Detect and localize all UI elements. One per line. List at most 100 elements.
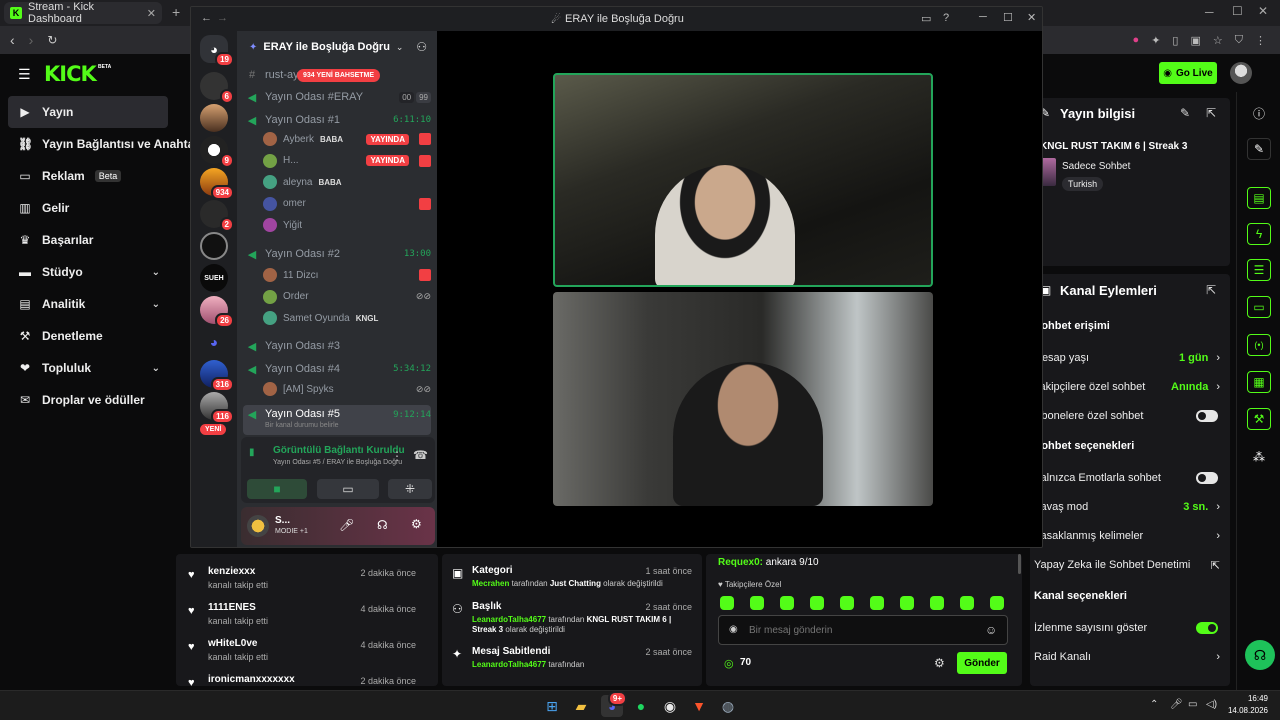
voice-user[interactable]: Order ⊘⊘ [263, 289, 431, 305]
setting-row[interactable]: Yalnızca Emotlarla sohbet [1030, 468, 1230, 488]
toggle-switch[interactable] [1196, 472, 1218, 484]
server-header[interactable]: ✦ ERAY ile Boşluğa Doğru ⌄ ⚇ [237, 31, 437, 63]
server-icon-7[interactable]: SUEH [200, 264, 228, 292]
follower-name[interactable]: ironicmanxxxxxxx [208, 674, 295, 685]
channel-5[interactable]: ◀ Yayın Odası #4 5:34:12 [243, 359, 431, 379]
channel-2[interactable]: ◀ Yayın Odası #1 6:11:10 [243, 110, 431, 130]
wallet-icon[interactable]: ▣ [1190, 34, 1200, 47]
setting-row[interactable]: Yapay Zeka ile Sohbet Denetimi ⇱ [1030, 555, 1230, 575]
help-icon[interactable]: ? [943, 12, 949, 24]
list-icon[interactable]: ☰ [1237, 255, 1280, 285]
volume-icon[interactable]: ◁) [1206, 699, 1217, 710]
sidebar-item-1[interactable]: ⛓ Yayın Bağlantısı ve Anahtarı [8, 128, 202, 160]
steam-icon[interactable]: ◍ [717, 695, 739, 717]
server-icon-8[interactable]: 26 [200, 296, 234, 328]
activities-button[interactable]: ⁜ [388, 479, 432, 499]
video-tile-1[interactable] [553, 73, 933, 287]
server-icon-5[interactable]: 2 [200, 200, 234, 232]
signal-icon[interactable]: ▮ [249, 447, 255, 458]
shield-icon[interactable]: ⛉ [1235, 34, 1243, 47]
server-icon-6[interactable] [200, 232, 228, 260]
popout-icon[interactable]: ⇱ [1206, 106, 1216, 120]
server-icon-1[interactable]: 6 [200, 72, 234, 104]
discord-back-icon[interactable]: ← [201, 12, 212, 24]
profile-avatar[interactable] [1230, 62, 1252, 84]
follower-name[interactable]: kenziexxx [208, 566, 255, 577]
chat-input-box[interactable]: ◉ ☺ [718, 615, 1008, 645]
chat-scrollbar[interactable] [1018, 554, 1021, 574]
emote-icon[interactable] [870, 596, 884, 610]
setting-row[interactable]: Yasaklanmış kelimeler › [1030, 526, 1230, 546]
voice-user[interactable]: [AM] Spyks ⊘⊘ [263, 381, 431, 397]
follower-name[interactable]: wHiteL0ve [208, 638, 257, 649]
disconnect-icon[interactable]: ☎ [413, 448, 428, 462]
bookmark-icon[interactable]: ☆ [1213, 34, 1223, 47]
toggle-switch[interactable] [1196, 410, 1218, 422]
add-member-icon[interactable]: ⚇ [416, 40, 427, 54]
chrome-icon[interactable]: ◉ [659, 695, 681, 717]
setting-row[interactable]: Takipçilere özel sohbet Anında › [1030, 377, 1230, 397]
camera-button[interactable]: ■ [247, 479, 307, 499]
edit-stream-info-icon[interactable]: ✎ [1180, 106, 1190, 120]
activity-user[interactable]: LeanardoTalha4677 [472, 615, 546, 624]
discord-home-icon[interactable]: ◕ 19 [200, 35, 234, 67]
kick-logo[interactable]: KICK [44, 62, 97, 86]
voice-user[interactable]: 11 Dizcı [263, 267, 431, 283]
channel-3[interactable]: ◀ Yayın Odası #2 13:00 [243, 244, 431, 264]
follower-row[interactable]: ♥ kenziexxx kanalı takip etti 2 dakika önce [186, 566, 426, 596]
emote-icon[interactable] [750, 596, 764, 610]
channel-6[interactable]: ◀ Yayın Odası #5 9:12:14 Bir kanal durumu b… [243, 405, 431, 435]
server-icon-2[interactable] [200, 104, 228, 132]
follower-row[interactable]: ♥ ironicmanxxxxxxx 2 dakika önce [186, 674, 426, 686]
chat-settings-icon[interactable]: ⚙ [934, 656, 945, 670]
clock-date[interactable]: 14.08.2026 [1226, 706, 1268, 715]
sidebar-item-9[interactable]: ✉ Droplar ve ödüller [8, 384, 168, 416]
layout-icon[interactable]: ▤ [1237, 183, 1280, 213]
discord-minimize-icon[interactable]: ─ [979, 11, 987, 23]
window-minimize-icon[interactable]: ─ [1205, 5, 1214, 19]
sidebar-item-3[interactable]: ▥ Gelir [8, 192, 168, 224]
emote-icon[interactable] [960, 596, 974, 610]
go-live-button[interactable]: ◉ Go Live [1159, 62, 1217, 84]
start-icon[interactable]: ⊞ [541, 695, 563, 717]
emote-icon[interactable] [930, 596, 944, 610]
network-icon[interactable]: ▭ [1188, 699, 1197, 710]
clock-time[interactable]: 16:49 [1238, 694, 1268, 703]
activity-item[interactable]: ⚇ Başlık 2 saat önce LeanardoTalha4677 tara… [450, 601, 694, 641]
sidebar-toggle-icon[interactable]: ▯ [1172, 34, 1178, 47]
chat-icon[interactable]: ▭ [1237, 292, 1280, 322]
follower-row[interactable]: ♥ 1111ENES kanalı takip etti 4 dakika önce [186, 602, 426, 632]
setting-row[interactable]: İzlenme sayısını göster [1030, 618, 1230, 638]
channel-points-icon[interactable]: ◎ [724, 657, 734, 670]
wrench-icon[interactable]: ⚒ [1237, 404, 1280, 434]
activity-user[interactable]: LeanardoTalha4677 [472, 660, 546, 669]
server-icon-10[interactable]: 316 [200, 360, 234, 392]
sidebar-item-4[interactable]: ♛ Başarılar [8, 224, 168, 256]
noise-suppression-icon[interactable]: ⋮ [391, 449, 403, 463]
send-button[interactable]: Gönder [957, 652, 1007, 674]
discord-forward-icon[interactable]: → [217, 12, 228, 24]
file-explorer-icon[interactable]: ▰ [570, 695, 592, 717]
extensions-puzzle-icon[interactable]: ✦ [1151, 34, 1160, 47]
video-tile-2[interactable] [553, 292, 933, 506]
support-button[interactable]: ☊ [1245, 640, 1275, 670]
mic-icon[interactable]: 🎤︎ [339, 518, 354, 532]
bolt-icon[interactable]: ϟ [1237, 219, 1280, 249]
forward-icon[interactable]: › [29, 32, 34, 48]
browser-tab[interactable]: K Stream - Kick Dashboard ✕ [4, 1, 162, 25]
voice-location[interactable]: Yayın Odası #5 / ERAY ile Boşluğa Doğru [273, 459, 402, 466]
discord-close-icon[interactable]: ✕ [1027, 11, 1036, 24]
emote-icon[interactable] [720, 596, 734, 610]
emote-icon[interactable] [780, 596, 794, 610]
info-icon[interactable]: ⓘ [1237, 98, 1280, 128]
sidebar-item-6[interactable]: ▤ Analitik ⌄ [8, 288, 168, 320]
new-tab-button[interactable]: + [172, 4, 180, 20]
activity-item[interactable]: ✦ Mesaj Sabitlendi 2 saat önce LeanardoTalh… [450, 646, 694, 686]
menu-icon[interactable]: ⋮ [1255, 34, 1266, 47]
discord-taskbar-icon[interactable]: ◕ 9+ [601, 691, 627, 717]
activity-user[interactable]: Mecrahen [472, 579, 509, 588]
server-icon[interactable]: ▦ [1237, 367, 1280, 397]
voice-user[interactable]: Samet Oyunda KNGL [263, 310, 431, 326]
edit-icon[interactable]: ✎ [1237, 134, 1280, 164]
voice-user[interactable]: H... YAYINDA [263, 153, 431, 169]
